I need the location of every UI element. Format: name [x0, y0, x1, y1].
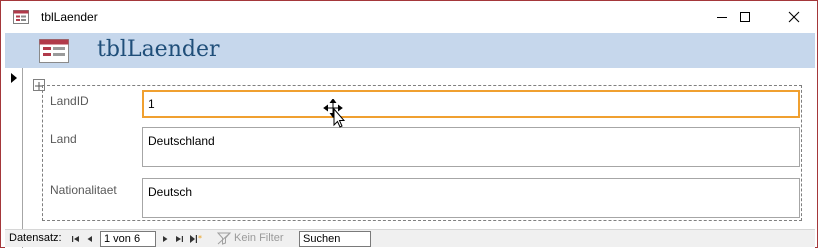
landid-field[interactable]: 1	[142, 90, 800, 118]
first-record-icon	[72, 236, 79, 242]
last-record-button[interactable]	[173, 233, 185, 245]
last-record-icon	[176, 236, 183, 242]
next-record-icon	[163, 236, 168, 242]
filter-label: Kein Filter	[234, 232, 284, 244]
maximize-button[interactable]	[722, 1, 768, 33]
new-record-icon: *	[190, 234, 202, 243]
close-button[interactable]	[771, 1, 817, 33]
land-label: Land	[50, 132, 77, 146]
first-record-button[interactable]	[70, 233, 82, 245]
new-record-button[interactable]: *	[188, 233, 204, 245]
table-form-icon	[13, 10, 29, 24]
current-record-input[interactable]: 1 von 6	[100, 231, 156, 247]
title-bar: tblLaender	[1, 1, 817, 33]
land-field[interactable]: Deutschland	[142, 127, 800, 167]
move-cursor-icon	[323, 99, 346, 128]
record-selector[interactable]	[5, 68, 23, 248]
svg-text:*: *	[198, 234, 202, 243]
window-title: tblLaender	[41, 10, 98, 24]
current-record-arrow-icon	[11, 73, 17, 83]
close-icon	[788, 11, 800, 23]
landid-label: LandID	[50, 94, 89, 108]
nationalitaet-field[interactable]: Deutsch	[142, 178, 800, 218]
nationalitaet-label: Nationalitaet	[50, 183, 117, 197]
previous-record-icon	[87, 236, 92, 242]
record-navigation-bar: Datensatz: 1 von 6 * Kein Filter Suchen	[5, 229, 815, 247]
filter-funnel-icon	[217, 232, 231, 245]
form-window: tblLaender tblLaender LandID 1 Land Deut…	[0, 0, 818, 248]
search-input[interactable]: Suchen	[299, 231, 371, 247]
previous-record-button[interactable]	[84, 233, 96, 245]
filter-toggle-button[interactable]: Kein Filter	[217, 231, 295, 247]
maximize-icon	[740, 12, 750, 22]
table-form-icon	[39, 39, 69, 63]
form-header: tblLaender	[5, 33, 815, 68]
next-record-button[interactable]	[159, 233, 171, 245]
record-nav-label: Datensatz:	[9, 232, 62, 244]
form-title: tblLaender	[97, 37, 220, 62]
